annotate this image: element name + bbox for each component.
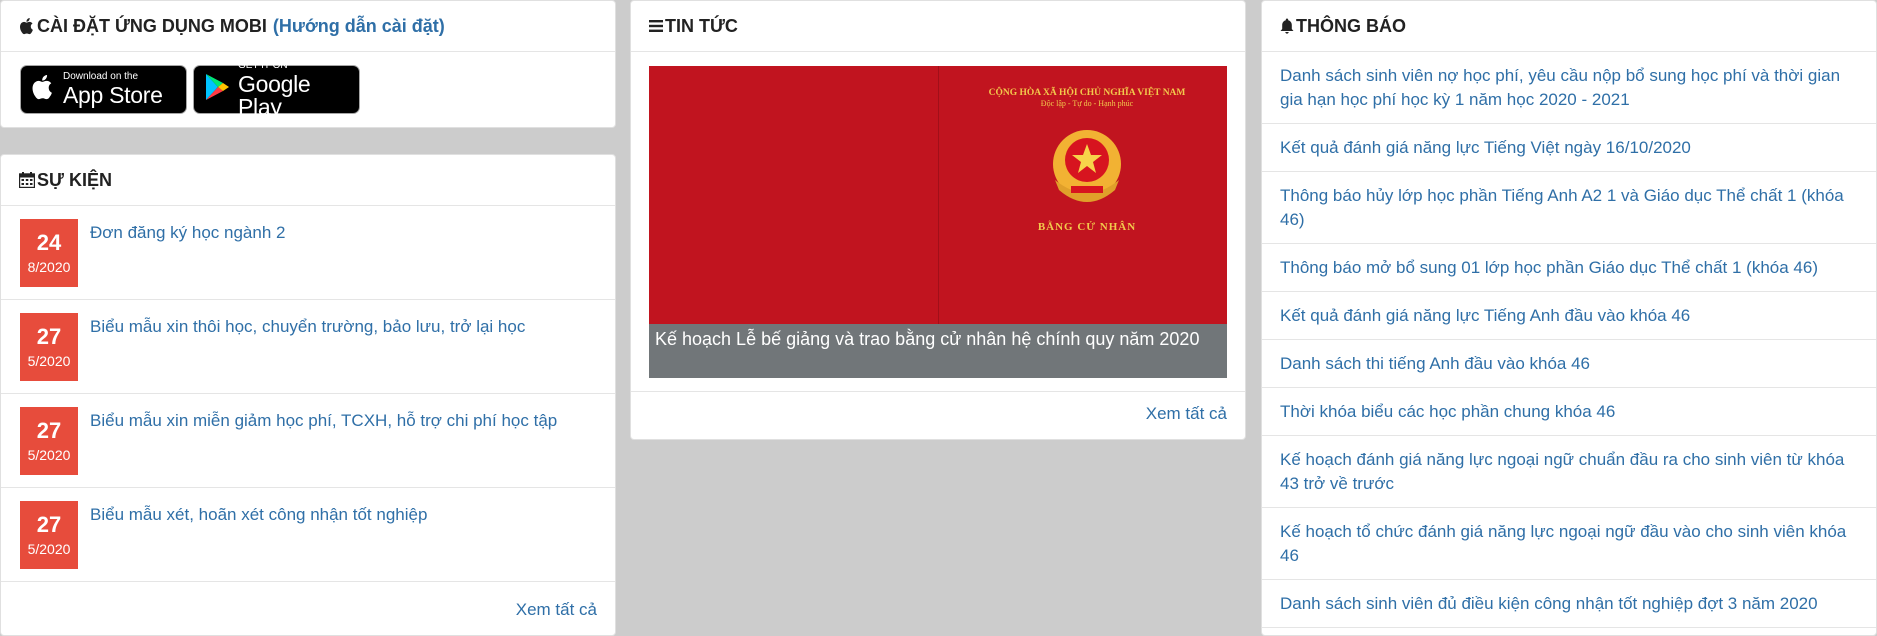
event-day: 24 [36, 229, 62, 255]
news-title: TIN TỨC [665, 15, 738, 36]
list-item: Kết quả đánh giá năng lực Tiếng Anh đầu … [1262, 292, 1876, 340]
event-month: 8/2020 [27, 259, 71, 276]
event-date: 24 8/2020 [20, 219, 78, 287]
list-item: Thông báo hủy lớp học phần Tiếng Anh A2 … [1262, 172, 1876, 244]
certificate-fold [938, 66, 939, 324]
app-store-badge[interactable]: Download on the App Store [20, 65, 187, 114]
list-item: Kế hoạch tổ chức đánh giá năng lực ngoại… [1262, 508, 1876, 580]
national-emblem-icon [1031, 124, 1143, 217]
list-icon [649, 19, 663, 33]
event-day: 27 [36, 511, 62, 537]
news-footer: Xem tất cả [631, 391, 1245, 423]
event-link[interactable]: Đơn đăng ký học ngành 2 [90, 223, 285, 299]
events-title: SỰ KIỆN [37, 169, 112, 190]
list-item: Danh sách sinh viên nợ học phí, yêu cầu … [1262, 52, 1876, 124]
news-featured-item[interactable]: CỘNG HÒA XÃ HỘI CHỦ NGHĨA VIỆT NAM Độc l… [649, 66, 1227, 378]
certificate-title: BẰNG CỬ NHÂN [1037, 221, 1137, 233]
certificate-header: CỘNG HÒA XÃ HỘI CHỦ NGHĨA VIỆT NAM [988, 88, 1186, 98]
google-play-small: GET IT ON [238, 59, 288, 71]
panel-header: CÀI ĐẶT ỨNG DỤNG MOBI (Hướng dẫn cài đặt… [1, 1, 615, 52]
event-link[interactable]: Biểu mẫu xét, hoãn xét công nhận tốt ngh… [90, 505, 427, 581]
notice-link[interactable]: Kết quả đánh giá năng lực Tiếng Anh đầu … [1280, 306, 1690, 325]
notice-link[interactable]: Thông báo mở bổ sung 01 lớp học phần Giá… [1280, 258, 1818, 277]
mobi-title: CÀI ĐẶT ỨNG DỤNG MOBI [37, 15, 267, 36]
list-item: Danh sách thi tiếng Anh đầu vào khóa 46 [1262, 340, 1876, 388]
event-month: 5/2020 [27, 541, 71, 558]
google-play-big: Google Play [238, 70, 311, 120]
event-month: 5/2020 [27, 447, 71, 464]
app-store-small: Download on the [63, 71, 139, 82]
list-item: Kế hoạch đánh giá năng lực ngoại ngữ chu… [1262, 436, 1876, 508]
notice-link[interactable]: Danh sách sinh viên nợ học phí, yêu cầu … [1280, 66, 1840, 109]
event-link[interactable]: Biểu mẫu xin miễn giảm học phí, TCXH, hỗ… [90, 411, 557, 487]
event-date: 27 5/2020 [20, 501, 78, 569]
google-play-icon [204, 73, 230, 106]
event-day: 27 [36, 323, 62, 349]
event-date: 27 5/2020 [20, 313, 78, 381]
list-item: Danh sách sinh viên đủ điều kiện công nh… [1262, 580, 1876, 628]
notice-link[interactable]: Thời khóa biểu các học phần chung khóa 4… [1280, 402, 1615, 421]
apple-icon [19, 17, 35, 35]
list-item: Kết quả đánh giá năng lực Tiếng Việt ngà… [1262, 124, 1876, 172]
notice-link[interactable]: Thông báo hủy lớp học phần Tiếng Anh A2 … [1280, 186, 1844, 229]
panel-header: SỰ KIỆN [1, 155, 615, 206]
google-play-badge[interactable]: GET IT ON Google Play [193, 60, 360, 118]
apple-logo-icon [31, 73, 55, 106]
event-item: 27 5/2020 Biểu mẫu xét, hoãn xét công nh… [1, 488, 615, 582]
event-date: 27 5/2020 [20, 407, 78, 475]
install-guide-link[interactable]: (Hướng dẫn cài đặt) [273, 16, 445, 37]
notice-link[interactable]: Kế hoạch tổ chức đánh giá năng lực ngoại… [1280, 522, 1846, 565]
notice-list: Danh sách sinh viên nợ học phí, yêu cầu … [1262, 52, 1876, 628]
list-item: Thông báo mở bổ sung 01 lớp học phần Giá… [1262, 244, 1876, 292]
news-caption: Kế hoạch Lễ bế giảng và trao bằng cử nhâ… [649, 324, 1227, 378]
app-store-big: App Store [63, 82, 163, 108]
certificate-motto: Độc lập - Tự do - Hạnh phúc [1040, 99, 1134, 108]
event-link[interactable]: Biểu mẫu xin thôi học, chuyển trường, bả… [90, 317, 525, 393]
events-panel: SỰ KIỆN 24 8/2020 Đơn đăng ký học ngành … [0, 154, 616, 636]
mobile-app-panel: CÀI ĐẶT ỨNG DỤNG MOBI (Hướng dẫn cài đặt… [0, 0, 616, 128]
notices-panel: THÔNG BÁO Danh sách sinh viên nợ học phí… [1261, 0, 1877, 636]
news-view-all-link[interactable]: Xem tất cả [1146, 404, 1227, 424]
event-day: 27 [36, 417, 62, 443]
list-item: Thời khóa biểu các học phần chung khóa 4… [1262, 388, 1876, 436]
event-month: 5/2020 [27, 353, 71, 370]
panel-header: TIN TỨC [631, 1, 1245, 52]
event-list: 24 8/2020 Đơn đăng ký học ngành 2 27 5/2… [1, 206, 615, 582]
calendar-icon [19, 172, 35, 188]
notices-title: THÔNG BÁO [1296, 15, 1406, 36]
notice-link[interactable]: Danh sách sinh viên đủ điều kiện công nh… [1280, 594, 1818, 613]
events-view-all-link[interactable]: Xem tất cả [516, 600, 597, 620]
event-item: 27 5/2020 Biểu mẫu xin miễn giảm học phí… [1, 394, 615, 488]
notice-link[interactable]: Danh sách thi tiếng Anh đầu vào khóa 46 [1280, 354, 1590, 373]
event-item: 27 5/2020 Biểu mẫu xin thôi học, chuyển … [1, 300, 615, 394]
bell-icon [1280, 18, 1294, 34]
notice-link[interactable]: Kế hoạch đánh giá năng lực ngoại ngữ chu… [1280, 450, 1844, 493]
notice-link[interactable]: Kết quả đánh giá năng lực Tiếng Việt ngà… [1280, 138, 1691, 157]
news-panel: TIN TỨC CỘNG HÒA XÃ HỘI CHỦ NGHĨA VIỆT N… [630, 0, 1246, 440]
event-item: 24 8/2020 Đơn đăng ký học ngành 2 [1, 206, 615, 300]
panel-header: THÔNG BÁO [1262, 1, 1876, 52]
